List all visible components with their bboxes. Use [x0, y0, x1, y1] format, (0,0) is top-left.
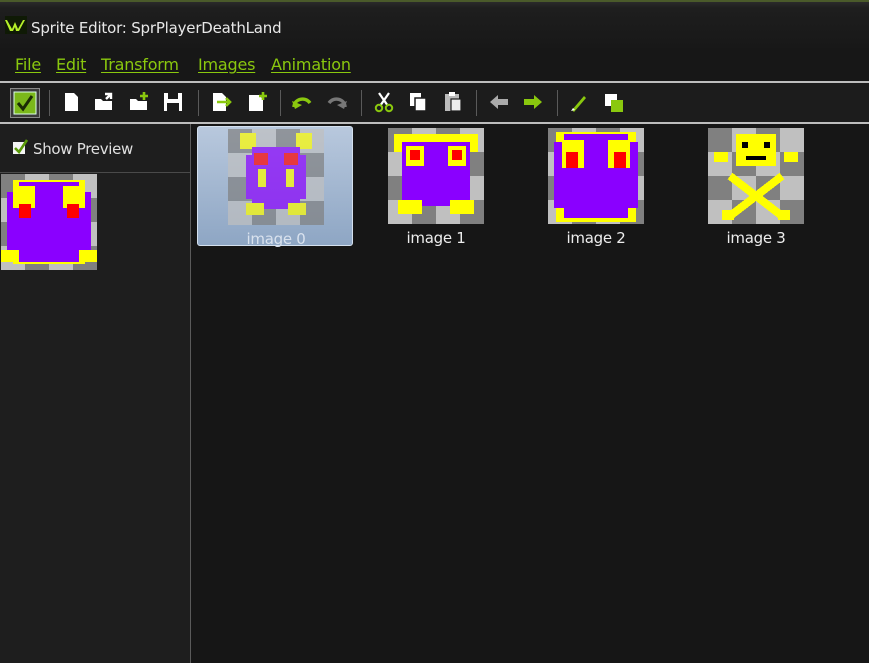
show-preview-checkbox[interactable]	[12, 139, 28, 155]
save-button[interactable]	[162, 91, 184, 113]
shift-left-icon	[490, 95, 508, 109]
edit-image-button[interactable]	[568, 91, 590, 113]
player-sprite-frame-icon	[228, 129, 324, 225]
sprite-preview	[1, 174, 97, 270]
new-button[interactable]	[60, 91, 82, 113]
undo-button[interactable]	[291, 91, 313, 113]
copy-icon	[410, 93, 427, 112]
menu-edit[interactable]: Edit	[56, 55, 86, 74]
frame-label: image 2	[566, 229, 626, 247]
insert-empty-icon	[213, 93, 232, 111]
save-icon	[164, 93, 182, 111]
title-bar: Sprite Editor: SprPlayerDeathLand	[0, 0, 869, 48]
frame-list: image 0 image 1 image 2 image 3	[192, 124, 869, 663]
show-preview-row: Show Preview	[0, 124, 190, 173]
frame-image	[548, 128, 644, 224]
redo-button[interactable]	[326, 91, 348, 113]
frame-thumbnail[interactable]: image 0	[197, 126, 353, 248]
paste-button[interactable]	[442, 91, 464, 113]
frame-image	[228, 129, 324, 225]
checkmark-icon	[13, 139, 28, 155]
frame-thumbnail[interactable]: image 2	[518, 126, 674, 247]
undo-icon	[292, 97, 312, 109]
add-empty-icon	[249, 92, 267, 111]
frame-label: image 0	[246, 230, 306, 248]
player-sprite-frame-icon	[388, 128, 484, 224]
add-from-file-button[interactable]	[128, 91, 150, 113]
shift-left-button[interactable]	[488, 91, 510, 113]
frame-label: image 3	[726, 229, 786, 247]
player-skull-frame-icon	[708, 128, 804, 224]
gamemaker-logo-icon	[5, 16, 27, 34]
menu-file[interactable]: File	[15, 55, 41, 74]
toolbar-separator	[361, 90, 362, 116]
frame-thumbnail[interactable]: image 1	[358, 126, 514, 247]
insert-empty-button[interactable]	[210, 91, 232, 113]
shift-right-button[interactable]	[522, 91, 544, 113]
menu-transform[interactable]: Transform	[101, 55, 179, 74]
add-empty-button[interactable]	[246, 91, 268, 113]
background-icon	[605, 94, 623, 112]
toolbar-separator	[198, 90, 199, 116]
menu-bar: File Edit Transform Images Animation	[0, 48, 869, 81]
menu-images[interactable]: Images	[198, 55, 255, 74]
show-preview-label: Show Preview	[33, 140, 134, 158]
toolbar-separator	[557, 90, 558, 116]
new-icon	[65, 93, 78, 111]
frame-image	[708, 128, 804, 224]
edit-icon	[571, 96, 586, 112]
paste-icon	[445, 92, 462, 112]
toolbar	[0, 81, 869, 124]
toolbar-separator	[49, 90, 50, 116]
ok-icon	[13, 91, 37, 115]
ok-button[interactable]	[10, 88, 40, 118]
open-button[interactable]	[93, 91, 115, 113]
preview-panel: Show Preview	[0, 124, 191, 663]
add-icon	[130, 92, 148, 110]
toolbar-separator	[476, 90, 477, 116]
copy-button[interactable]	[407, 91, 429, 113]
open-icon	[95, 92, 113, 110]
shift-right-icon	[524, 95, 542, 109]
background-button[interactable]	[603, 91, 625, 113]
frame-image	[388, 128, 484, 224]
player-sprite-preview-icon	[1, 174, 97, 270]
toolbar-separator	[280, 90, 281, 116]
cut-button[interactable]	[373, 91, 395, 113]
menu-animation[interactable]: Animation	[271, 55, 351, 74]
cut-icon	[374, 92, 394, 113]
frame-label: image 1	[406, 229, 466, 247]
player-sprite-frame-icon	[548, 128, 644, 224]
frame-thumbnail[interactable]: image 3	[678, 126, 834, 247]
redo-icon	[327, 97, 347, 109]
window-title: Sprite Editor: SprPlayerDeathLand	[31, 19, 282, 37]
